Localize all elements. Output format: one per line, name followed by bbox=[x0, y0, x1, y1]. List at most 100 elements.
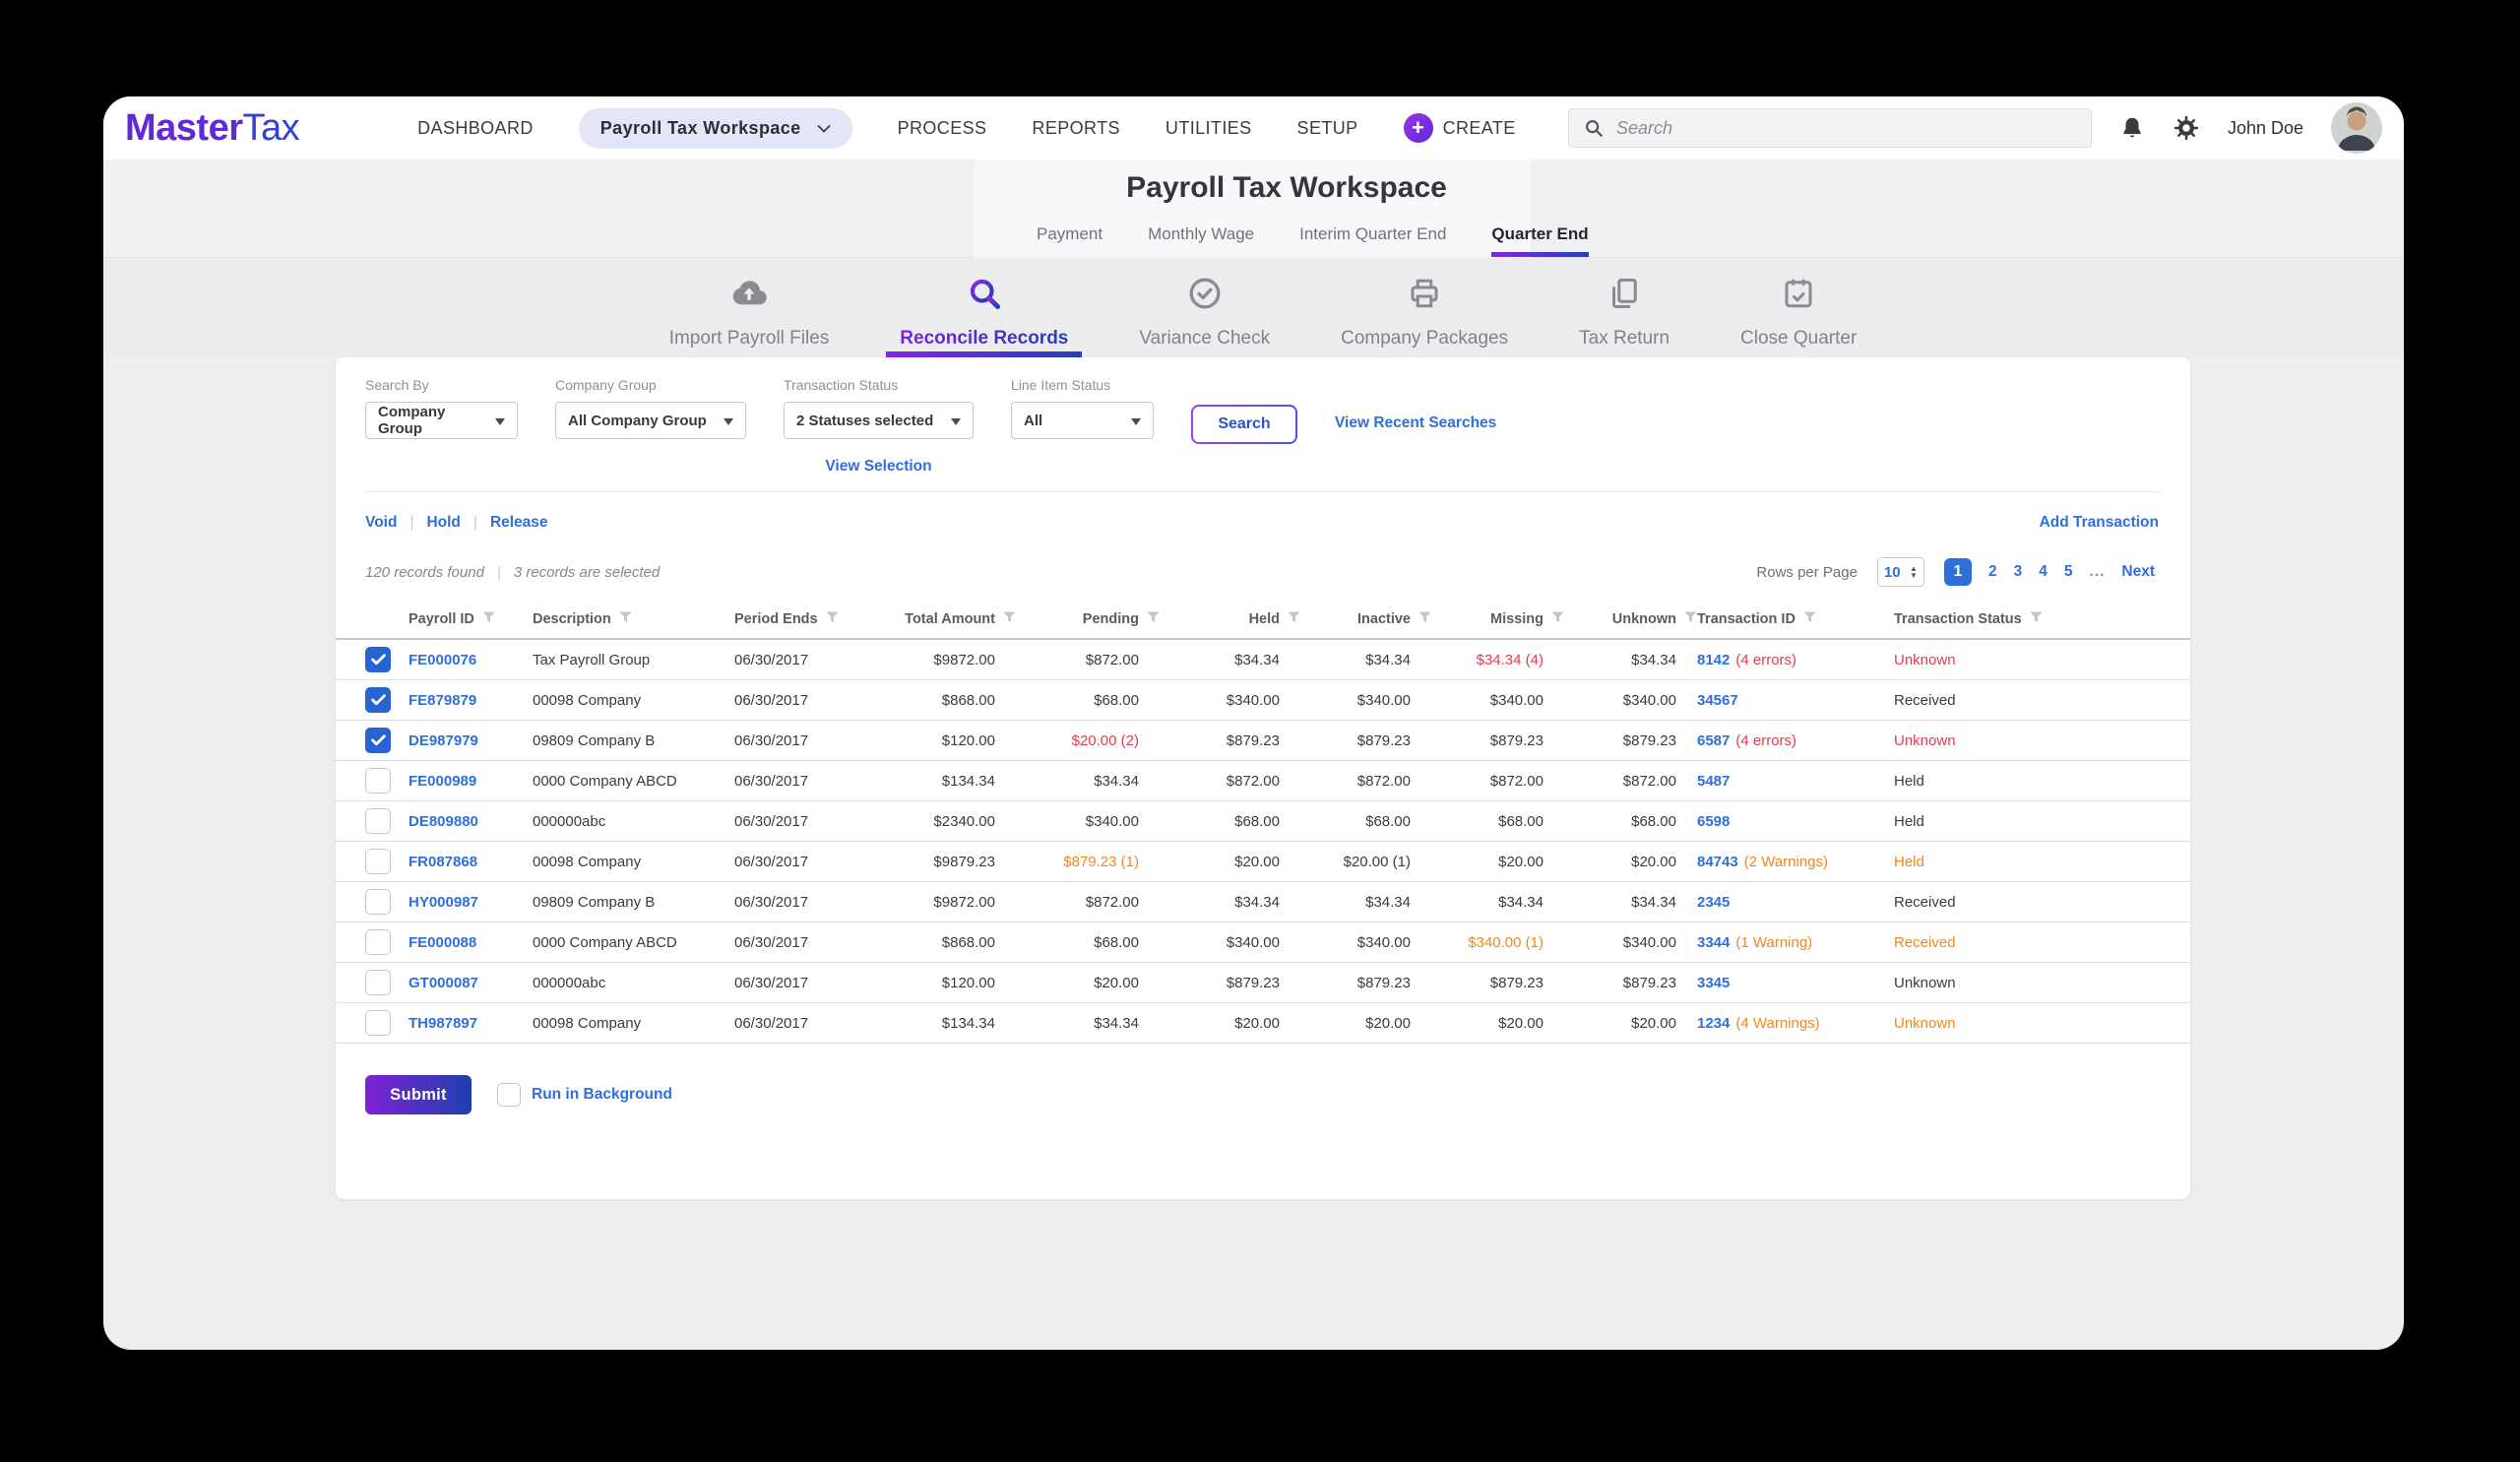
transaction-id-link[interactable]: 2345 bbox=[1697, 894, 1730, 911]
step-close-quarter[interactable]: Close Quarter bbox=[1740, 276, 1857, 357]
filter-funnel-icon[interactable] bbox=[1288, 611, 1300, 627]
payroll-id-link[interactable]: FE879879 bbox=[409, 692, 533, 709]
filter-funnel-icon[interactable] bbox=[482, 611, 495, 627]
payroll-id-link[interactable]: FE000088 bbox=[409, 934, 533, 951]
nav-item-utilities[interactable]: UTILITIES bbox=[1166, 118, 1252, 139]
table-row: GT000087000000abc06/30/2017$120.00$20.00… bbox=[336, 963, 2190, 1003]
transaction-id-link[interactable]: 8142 bbox=[1697, 652, 1730, 668]
filter-funnel-icon[interactable] bbox=[1003, 611, 1016, 627]
total-amount-cell: $868.00 bbox=[880, 692, 1016, 709]
page-2[interactable]: 2 bbox=[1988, 563, 1997, 581]
payroll-id-link[interactable]: DE809880 bbox=[409, 813, 533, 830]
nav-item-process[interactable]: PROCESS bbox=[898, 118, 987, 139]
transaction-id-link[interactable]: 34567 bbox=[1697, 692, 1738, 709]
filter-funnel-icon[interactable] bbox=[826, 611, 839, 627]
workspace-tabs: Payment Monthly Wage Interim Quarter End Qu… bbox=[1037, 224, 1589, 257]
row-checkbox[interactable] bbox=[365, 728, 391, 753]
filter-funnel-icon[interactable] bbox=[2030, 611, 2043, 627]
page-4[interactable]: 4 bbox=[2039, 563, 2048, 581]
step-company-packages[interactable]: Company Packages bbox=[1341, 276, 1508, 357]
step-variance-check[interactable]: Variance Check bbox=[1139, 276, 1270, 357]
column-label: Transaction Status bbox=[1894, 611, 2022, 627]
bell-icon[interactable] bbox=[2119, 115, 2145, 141]
filter-funnel-icon[interactable] bbox=[1418, 611, 1431, 627]
row-checkbox[interactable] bbox=[365, 768, 391, 794]
transaction-id-link[interactable]: 3344 bbox=[1697, 934, 1730, 951]
run-in-background-checkbox[interactable] bbox=[497, 1083, 521, 1107]
transaction-id-link[interactable]: 84743 bbox=[1697, 854, 1738, 870]
nav-item-dashboard[interactable]: DASHBOARD bbox=[417, 118, 534, 139]
select-company-group[interactable]: All Company Group bbox=[555, 402, 746, 439]
submit-button[interactable]: Submit bbox=[365, 1075, 472, 1114]
filter-funnel-icon[interactable] bbox=[1551, 611, 1564, 627]
chevron-down-icon bbox=[951, 413, 961, 429]
payroll-id-link[interactable]: HY000987 bbox=[409, 894, 533, 911]
view-recent-searches-link[interactable]: View Recent Searches bbox=[1335, 414, 1496, 432]
tab-payment[interactable]: Payment bbox=[1037, 224, 1102, 257]
step-reconcile-records[interactable]: Reconcile Records bbox=[900, 276, 1068, 357]
payroll-id-link[interactable]: TH987897 bbox=[409, 1015, 533, 1032]
transaction-id-link[interactable]: 1234 bbox=[1697, 1015, 1730, 1032]
next-page-link[interactable]: Next bbox=[2121, 563, 2155, 581]
transaction-id-link[interactable]: 6587 bbox=[1697, 732, 1730, 749]
filter-funnel-icon[interactable] bbox=[619, 611, 632, 627]
create-button[interactable]: + CREATE bbox=[1404, 113, 1516, 143]
page-1[interactable]: 1 bbox=[1944, 558, 1972, 586]
tab-monthly-wage[interactable]: Monthly Wage bbox=[1148, 224, 1254, 257]
unknown-cell: $879.23 bbox=[1564, 975, 1697, 991]
action-link-void[interactable]: Void bbox=[365, 514, 397, 532]
row-checkbox[interactable] bbox=[365, 889, 391, 915]
filter-funnel-icon[interactable] bbox=[1803, 611, 1816, 627]
transaction-status-cell: Held bbox=[1894, 854, 2161, 870]
step-tax-return[interactable]: Tax Return bbox=[1579, 276, 1670, 357]
row-checkbox[interactable] bbox=[365, 929, 391, 955]
transaction-id-link[interactable]: 5487 bbox=[1697, 773, 1730, 790]
transaction-id-cell: 5487 bbox=[1697, 773, 1894, 790]
nav-item-reports[interactable]: REPORTS bbox=[1032, 118, 1120, 139]
tab-interim-quarter-end[interactable]: Interim Quarter End bbox=[1299, 224, 1446, 257]
row-checkbox[interactable] bbox=[365, 849, 391, 874]
nav-right: John Doe bbox=[1568, 102, 2382, 154]
payroll-id-link[interactable]: DE987979 bbox=[409, 732, 533, 749]
select-search-by[interactable]: Company Group bbox=[365, 402, 518, 439]
avatar[interactable] bbox=[2331, 102, 2382, 154]
select-line-item-status[interactable]: All bbox=[1011, 402, 1154, 439]
chevron-down-icon bbox=[724, 413, 733, 429]
row-checkbox[interactable] bbox=[365, 687, 391, 713]
add-transaction-link[interactable]: Add Transaction bbox=[2040, 514, 2159, 532]
tab-quarter-end[interactable]: Quarter End bbox=[1491, 224, 1588, 257]
stepper-arrows-icon[interactable]: ▲▼ bbox=[1910, 565, 1918, 579]
row-checkbox[interactable] bbox=[365, 808, 391, 834]
row-checkbox[interactable] bbox=[365, 647, 391, 672]
gear-icon[interactable] bbox=[2173, 114, 2200, 142]
step-import-payroll-files[interactable]: Import Payroll Files bbox=[669, 276, 830, 357]
row-checkbox[interactable] bbox=[365, 1010, 391, 1036]
column-header-total-amount: Total Amount bbox=[880, 611, 1016, 627]
row-checkbox[interactable] bbox=[365, 970, 391, 995]
search-button-label: Search bbox=[1193, 407, 1295, 442]
payroll-id-link[interactable]: FR087868 bbox=[409, 854, 533, 870]
workspace-selector[interactable]: Payroll Tax Workspace bbox=[579, 108, 852, 149]
action-link-release[interactable]: Release bbox=[490, 514, 548, 532]
view-selection-link[interactable]: View Selection bbox=[784, 458, 974, 476]
page-5[interactable]: 5 bbox=[2064, 563, 2073, 581]
step-label: Close Quarter bbox=[1740, 328, 1857, 350]
transaction-id-link[interactable]: 6598 bbox=[1697, 813, 1730, 830]
filter-funnel-icon[interactable] bbox=[1147, 611, 1160, 627]
payroll-id-link[interactable]: FE000989 bbox=[409, 773, 533, 790]
page-title: Payroll Tax Workspace bbox=[1126, 171, 1447, 205]
total-amount-cell: $2340.00 bbox=[880, 813, 1016, 830]
nav-item-setup[interactable]: SETUP bbox=[1297, 118, 1358, 139]
select-transaction-status[interactable]: 2 Statuses selected bbox=[784, 402, 974, 439]
payroll-id-link[interactable]: FE000076 bbox=[409, 652, 533, 668]
total-amount-cell: $134.34 bbox=[880, 773, 1016, 790]
period-ends-cell: 06/30/2017 bbox=[734, 692, 880, 709]
page-3[interactable]: 3 bbox=[2014, 563, 2023, 581]
filter-funnel-icon[interactable] bbox=[1684, 611, 1697, 627]
search-button[interactable]: Search bbox=[1191, 405, 1297, 444]
search-input[interactable] bbox=[1616, 118, 2077, 139]
rows-per-page-stepper[interactable]: 10 ▲▼ bbox=[1877, 557, 1924, 587]
transaction-id-link[interactable]: 3345 bbox=[1697, 975, 1730, 991]
payroll-id-link[interactable]: GT000087 bbox=[409, 975, 533, 991]
action-link-hold[interactable]: Hold bbox=[426, 514, 460, 532]
